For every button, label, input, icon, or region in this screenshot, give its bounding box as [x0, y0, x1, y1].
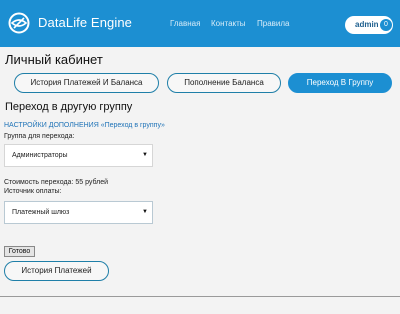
tab-transfer-group[interactable]: Переход В Группу — [288, 73, 392, 93]
settings-link[interactable]: НАСТРОЙКИ ДОПОЛНЕНИЯ «Переход в группу» — [4, 122, 165, 129]
payment-history-button[interactable]: История Платежей — [4, 261, 109, 281]
tab-history-balance[interactable]: История Платежей И Баланса — [14, 73, 159, 93]
chevron-down-icon: ▼ — [142, 209, 148, 215]
tab-topup[interactable]: Пополнение Баланса — [167, 73, 281, 93]
source-label: Источник оплаты: — [4, 188, 62, 195]
nav-rules-link[interactable]: Правила — [257, 19, 289, 28]
group-select[interactable]: Администраторы ▼ — [4, 144, 153, 167]
page-title: Личный кабинет — [5, 52, 103, 67]
chevron-down-icon: ▼ — [142, 152, 148, 158]
notification-badge: 0 — [380, 19, 392, 31]
payment-source-select[interactable]: Платежный шлюз ▼ — [4, 201, 153, 224]
logo-icon[interactable] — [8, 12, 30, 34]
app-title[interactable]: DataLife Engine — [38, 15, 132, 30]
user-name: admin — [355, 20, 379, 29]
main-content: Личный кабинет История Платежей И Баланс… — [0, 47, 400, 314]
section-title: Переход в другую группу — [5, 101, 133, 113]
user-menu-button[interactable]: admin 0 — [345, 16, 393, 34]
nav-main-link[interactable]: Главная — [170, 19, 200, 28]
footer-divider — [0, 296, 400, 297]
payment-source-value: Платежный шлюз — [12, 209, 70, 216]
top-header: DataLife Engine Главная Контакты Правила… — [0, 0, 400, 47]
nav-contacts-link[interactable]: Контакты — [211, 19, 246, 28]
group-select-value: Администраторы — [12, 152, 68, 159]
cost-text: Стоимость перехода: 55 рублей — [4, 179, 109, 186]
group-label: Группа для перехода: — [4, 133, 75, 140]
submit-button[interactable]: Готово — [4, 246, 35, 257]
